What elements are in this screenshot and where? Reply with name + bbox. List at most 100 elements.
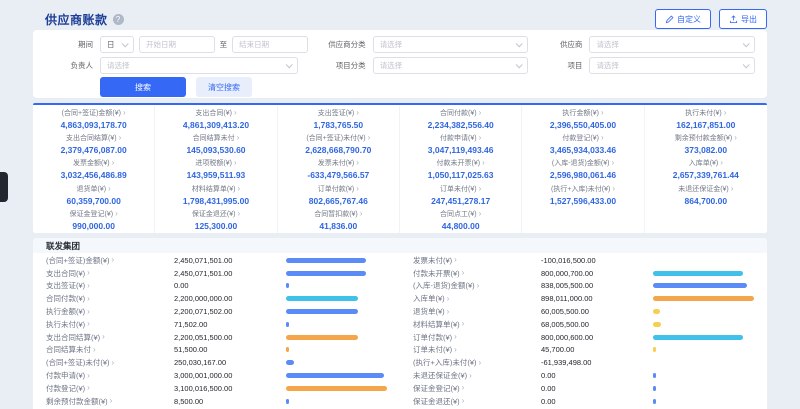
- customize-button[interactable]: 自定义: [655, 9, 711, 29]
- metric-cell[interactable]: 订单未付(¥)›247,451,278.17: [400, 182, 522, 207]
- project-select[interactable]: 请选择: [589, 57, 755, 74]
- metric-label: (合同+签证)未付(¥)›: [306, 133, 370, 143]
- metric-cell[interactable]: 入库单(¥)›2,657,339,761.44: [645, 157, 767, 182]
- supplier-select[interactable]: 请选择: [589, 36, 755, 53]
- account-row-label[interactable]: 未退还保证金(¥)›: [413, 370, 541, 381]
- group-name: 联发集团: [46, 240, 80, 252]
- account-row-value: 2,200,071,502.00: [174, 307, 286, 316]
- project-category-placeholder: 请选择: [380, 60, 403, 71]
- account-row-label[interactable]: 支出合同(¥)›: [46, 268, 174, 279]
- account-row-label[interactable]: 退货单(¥)›: [413, 306, 541, 317]
- account-row-label-text: 发票未付(¥): [413, 255, 452, 266]
- metric-value: 4,863,093,178.70: [61, 120, 127, 130]
- metric-label-text: (合同+签证)未付(¥): [306, 133, 365, 143]
- metric-cell[interactable]: 付款申请(¥)›3,047,119,493.46: [400, 131, 522, 156]
- metric-value: 373,082.00: [685, 145, 728, 155]
- metric-cell[interactable]: 未退还保证金(¥)›864,700.00: [645, 182, 767, 207]
- account-row-label[interactable]: 付款登记(¥)›: [46, 383, 174, 394]
- filter-row-1: 期间 日 开始日期 至 结束日期 供应商分类 请选择 供应商 请选择: [45, 35, 755, 53]
- metric-cell[interactable]: 发票金额(¥)›3,032,456,486.89: [33, 157, 155, 182]
- filter-owner: 负责人 请选择: [45, 57, 308, 74]
- metric-label: 支出签证(¥)›: [318, 108, 359, 118]
- bar-track: [286, 296, 387, 301]
- metric-cell[interactable]: 合同暂扣款(¥)›41,836.00: [278, 208, 400, 233]
- start-date-input[interactable]: 开始日期: [139, 36, 215, 53]
- owner-select[interactable]: 请选择: [100, 57, 298, 74]
- chevron-down-icon: [285, 61, 292, 68]
- account-row-label[interactable]: 付款申请(¥)›: [46, 370, 174, 381]
- account-row-label[interactable]: 支出合同结算(¥)›: [46, 332, 174, 343]
- account-row: 订单付款(¥)›800,000,600.00: [413, 331, 754, 344]
- metric-cell[interactable]: 支出签证(¥)› 1,783,765.50: [278, 106, 400, 131]
- metric-cell[interactable]: 保证金退还(¥)›125,300.00: [155, 208, 277, 233]
- metric-cell[interactable]: 发票未付(¥)›-633,479,566.57: [278, 157, 400, 182]
- metric-cell[interactable]: (合同+签证)金额(¥)›4,863,093,178.70: [33, 106, 155, 131]
- value-bar: [286, 309, 358, 314]
- supplier-category-select[interactable]: 请选择: [373, 36, 529, 53]
- metric-label-text: 合同付款(¥): [440, 108, 477, 118]
- account-row-label[interactable]: 入库单(¥)›: [413, 293, 541, 304]
- account-row-label[interactable]: (合同+签证)未付(¥)›: [46, 357, 174, 368]
- account-row-label[interactable]: 保证金登记(¥)›: [413, 383, 541, 394]
- group-header[interactable]: 联发集团: [33, 238, 767, 253]
- export-button[interactable]: 导出: [719, 9, 767, 29]
- project-category-select[interactable]: 请选择: [373, 57, 529, 74]
- metric-value: 1,050,117,025.63: [428, 170, 494, 180]
- account-row-label[interactable]: 订单未付(¥)›: [413, 344, 541, 355]
- metric-cell[interactable]: 退货单(¥)›60,359,700.00: [33, 182, 155, 207]
- chevron-right-icon: ›: [237, 185, 240, 193]
- account-row-label-text: 付款未开票(¥): [413, 268, 460, 279]
- account-row-label[interactable]: (合同+签证)金额(¥)›: [46, 255, 174, 266]
- account-row-label[interactable]: 剩余预付款金额(¥)›: [46, 396, 174, 407]
- account-row-label[interactable]: 合同付款(¥)›: [46, 293, 174, 304]
- account-row-label[interactable]: (执行+入库)未付(¥)›: [413, 357, 541, 368]
- metric-value: 2,234,382,556.40: [428, 120, 494, 130]
- metric-cell[interactable]: 执行未付(¥)›162,167,851.00: [645, 106, 767, 131]
- metric-value: 2,596,980,061.46: [550, 170, 616, 180]
- chevron-down-icon: [743, 40, 750, 47]
- metric-cell[interactable]: (合同+签证)未付(¥)›2,628,668,790.70: [278, 131, 400, 156]
- metric-cell[interactable]: 付款登记(¥)›3,465,934,033.46: [522, 131, 644, 156]
- clear-search-button[interactable]: 清空搜索: [196, 77, 252, 97]
- account-row-label[interactable]: (入库-退货)金额(¥)›: [413, 280, 541, 291]
- project-placeholder: 请选择: [596, 60, 619, 71]
- metric-cell[interactable]: (执行+入库)未付(¥)›1,527,596,433.00: [522, 182, 644, 207]
- account-row-label[interactable]: 执行金额(¥)›: [46, 306, 174, 317]
- metric-cell[interactable]: 执行金额(¥)›2,396,550,405.00: [522, 106, 644, 131]
- end-date-input[interactable]: 结束日期: [232, 36, 308, 53]
- account-row-label[interactable]: 付款未开票(¥)›: [413, 268, 541, 279]
- metric-cell[interactable]: 订单付款(¥)›802,665,767.46: [278, 182, 400, 207]
- account-row-label-text: 执行未付(¥): [46, 319, 85, 330]
- metric-cell[interactable]: 付款未开票(¥)›1,050,117,025.63: [400, 157, 522, 182]
- metric-cell[interactable]: 合同点工(¥)›44,800.00: [400, 208, 522, 233]
- metric-cell-empty: [522, 208, 644, 233]
- account-row-label[interactable]: 执行未付(¥)›: [46, 319, 174, 330]
- chevron-right-icon: ›: [601, 109, 604, 117]
- account-row-label[interactable]: 发票未付(¥)›: [413, 255, 541, 266]
- sidebar-expand-handle[interactable]: [0, 172, 8, 202]
- account-row: 执行金额(¥)›2,200,071,502.00: [46, 305, 387, 318]
- metric-cell[interactable]: 进项税额(¥)›143,959,511.93: [155, 157, 277, 182]
- account-row-label[interactable]: 材料结算单(¥)›: [413, 319, 541, 330]
- account-row-label[interactable]: 合同结算未付›: [46, 344, 174, 355]
- period-unit-select[interactable]: 日: [100, 36, 134, 53]
- metric-cell[interactable]: 支出合同(¥)›4,861,309,413.20: [155, 106, 277, 131]
- help-icon[interactable]: ?: [113, 14, 124, 25]
- filter-actions: 搜索 清空搜索: [100, 77, 755, 97]
- metric-cell[interactable]: 合同结算未付›145,093,530.60: [155, 131, 277, 156]
- metric-label: 订单未付(¥)›: [440, 184, 481, 194]
- metric-value: 1,783,765.50: [314, 120, 364, 130]
- metric-cell[interactable]: 材料结算单(¥)›1,798,431,995.00: [155, 182, 277, 207]
- account-row-label[interactable]: 支出签证(¥)›: [46, 280, 174, 291]
- account-row-label-text: 支出合同(¥): [46, 268, 85, 279]
- metric-cell[interactable]: 支出合同结算(¥)›2,379,476,087.00: [33, 131, 155, 156]
- account-row: 支出签证(¥)›0.00: [46, 280, 387, 293]
- account-row-label[interactable]: 保证金退还(¥)›: [413, 396, 541, 407]
- metric-cell[interactable]: 保证金登记(¥)›990,000.00: [33, 208, 155, 233]
- metric-cell[interactable]: 合同付款(¥)›2,234,382,556.40: [400, 106, 522, 131]
- metric-cell[interactable]: (入库-退货)金额(¥)›2,596,980,061.46: [522, 157, 644, 182]
- account-row-label[interactable]: 订单付款(¥)›: [413, 332, 541, 343]
- search-button[interactable]: 搜索: [100, 77, 186, 97]
- supplier-category-placeholder: 请选择: [380, 39, 403, 50]
- metric-cell[interactable]: 剩余预付款金额(¥)›373,082.00: [645, 131, 767, 156]
